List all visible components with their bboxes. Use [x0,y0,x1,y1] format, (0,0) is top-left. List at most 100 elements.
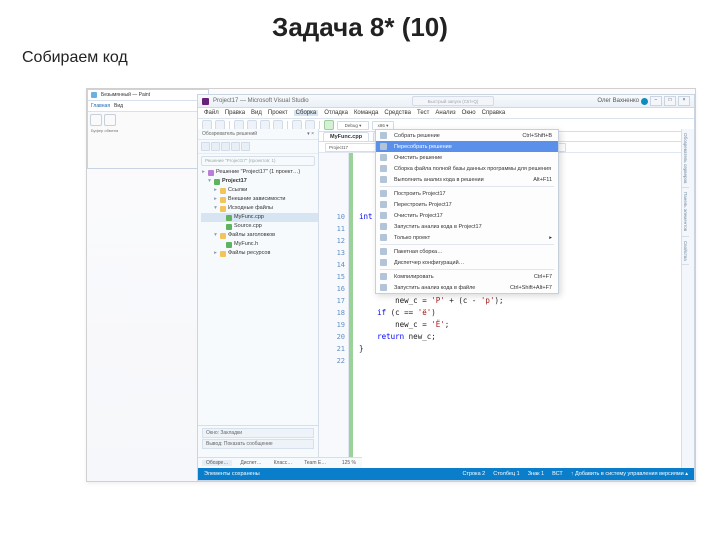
menu-item[interactable]: Перестроить Project17 [376,199,558,210]
vs-menubar: Файл Правка Вид Проект Сборка Отладка Команда С… [198,108,694,119]
menu-item[interactable]: Выполнить анализ кода в решенииAlt+F11 [376,174,558,185]
fol-icon [220,197,226,203]
menu-правка[interactable]: Правка [225,110,245,116]
properties-icon[interactable] [241,142,250,151]
properties-tab[interactable]: Свойства [682,237,689,266]
tab-team-explorer[interactable]: Team E… [300,460,330,466]
menu-item[interactable]: Собрать решениеCtrl+Shift+B [376,130,558,141]
solution-search-input[interactable]: Решение "Project17" (проектов: 1) [201,156,315,166]
menu-item[interactable]: Очистить решение [376,152,558,163]
editor-tab[interactable]: MyFunc.cpp [323,132,369,141]
fol-icon [220,233,226,239]
output-tab[interactable]: Вывод: Показать сообщение [202,439,314,449]
toolbox-tab[interactable]: Панель элементов [682,188,689,236]
status-char: Знак 1 [528,471,544,477]
menu-item[interactable]: КомпилироватьCtrl+F7 [376,271,558,282]
server-explorer-tab[interactable]: Обозреватель серверов [682,129,689,188]
tree-item[interactable]: ▸Ссылки [201,186,318,195]
account-button[interactable]: Олег Вахненко [597,98,648,105]
paint-paste-button[interactable] [90,114,102,126]
tab-dispatcher[interactable]: Диспет… [236,460,265,466]
menu-команда[interactable]: Команда [354,110,378,116]
tree-item[interactable]: MyFunc.cpp [201,213,318,222]
status-saved: Элементы сохранены [204,471,260,477]
menu-проект[interactable]: Проект [268,110,288,116]
menu-item[interactable]: Только проект▸ [376,232,558,243]
zoom-label[interactable]: 125 % [338,460,362,466]
home-icon[interactable] [201,142,210,151]
menu-файл[interactable]: Файл [204,110,219,116]
menu-item-icon [380,273,387,280]
menu-item-label: Перестроить Project17 [394,202,452,208]
tree-item[interactable]: ▸Файлы ресурсов [201,249,318,258]
close-button[interactable]: × [678,96,690,106]
tab-solution-explorer[interactable]: Обозре… [202,460,232,466]
menu-item-label: Пересобрать решение [394,144,452,150]
collapse-icon[interactable] [221,142,230,151]
paint-titlebar: Безымянный — Paint [88,90,208,101]
refresh-icon[interactable] [211,142,220,151]
cpp-icon [226,242,232,248]
menu-item[interactable]: Очистить Project17 [376,210,558,221]
menu-item-label: Очистить Project17 [394,213,443,219]
build-menu-dropdown: Собрать решениеCtrl+Shift+B Пересобрать р… [375,129,559,294]
menu-item-label: Запустить анализ кода в файле [394,285,475,291]
menu-item[interactable]: Запустить анализ кода в Project17 [376,221,558,232]
tree-label: Внешние зависимости [228,195,285,204]
menu-item-label: Пакетная сборка… [394,249,443,255]
solution-explorer-toolbar [198,140,318,154]
paint-select-button[interactable] [104,114,116,126]
fol-icon [220,251,226,257]
menu-item-icon [380,234,387,241]
slide-title: Задача 8* (10) [0,12,720,43]
menu-item[interactable]: Сборка файла полной базы данных программ… [376,163,558,174]
status-bar: Элементы сохранены Строка 2 Столбец 1 Зн… [198,468,694,480]
tree-item[interactable]: MyFunc.h [201,240,318,249]
paint-tab-home[interactable]: Главная [91,103,110,109]
paint-group-label: Буфер обмена [88,128,208,133]
source-control-add[interactable]: ↑ Добавить в систему управления версиями… [571,471,688,477]
menu-окно[interactable]: Окно [462,110,476,116]
tree-item[interactable]: ▸Решение "Project17" (1 проект…) [201,168,318,177]
menu-item-icon [380,190,387,197]
menu-справка[interactable]: Справка [482,110,506,116]
sol-icon [208,170,214,176]
tree-label: Source.cpp [234,222,262,231]
menu-тест[interactable]: Тест [417,110,429,116]
vs-window-title: Project17 — Microsoft Visual Studio [213,98,309,104]
tab-class-view[interactable]: Класс… [270,460,297,466]
tree-item[interactable]: Source.cpp [201,222,318,231]
tree-label: Файлы заголовков [228,231,275,240]
menu-анализ[interactable]: Анализ [435,110,455,116]
menu-сборка[interactable]: Сборка [294,110,319,116]
menu-item-icon [380,154,387,161]
menu-item[interactable]: Построить Project17 [376,188,558,199]
tree-item[interactable]: ▾Файлы заголовков [201,231,318,240]
menu-item[interactable]: Диспетчер конфигураций… [376,257,558,268]
menu-item[interactable]: Пакетная сборка… [376,246,558,257]
show-all-icon[interactable] [231,142,240,151]
paint-title: Безымянный — Paint [101,92,150,98]
bookmarks-tab[interactable]: Окно: Закладки [202,428,314,438]
tree-item[interactable]: ▾Project17 [201,177,318,186]
menu-item-icon [380,176,387,183]
menu-item-label: Очистить решение [394,155,442,161]
paint-ribbon [88,112,208,128]
paint-tab-view[interactable]: Вид [114,103,123,109]
menu-отладка[interactable]: Отладка [324,110,348,116]
menu-item-label: Сборка файла полной базы данных программ… [394,166,551,172]
minimize-button[interactable]: − [650,96,662,106]
menu-item-shortcut: ▸ [549,235,552,241]
menu-item-icon [380,165,387,172]
menu-средства[interactable]: Средства [384,110,411,116]
menu-вид[interactable]: Вид [251,110,262,116]
tree-item[interactable]: ▾Исходные файлы [201,204,318,213]
quick-launch-input[interactable]: Быстрый запуск (Ctrl+Q) [412,96,494,106]
menu-item-label: Собрать решение [394,133,440,139]
panel-pin-icon[interactable]: ▾ × [307,131,314,137]
code-editor: MyFunc.cppSource.cppMyFunc.h Project17 (… [319,129,681,468]
maximize-button[interactable]: □ [664,96,676,106]
menu-item[interactable]: Запустить анализ кода в файлеCtrl+Shift+… [376,282,558,293]
tree-item[interactable]: ▸Внешние зависимости [201,195,318,204]
menu-item[interactable]: Пересобрать решение [376,141,558,152]
